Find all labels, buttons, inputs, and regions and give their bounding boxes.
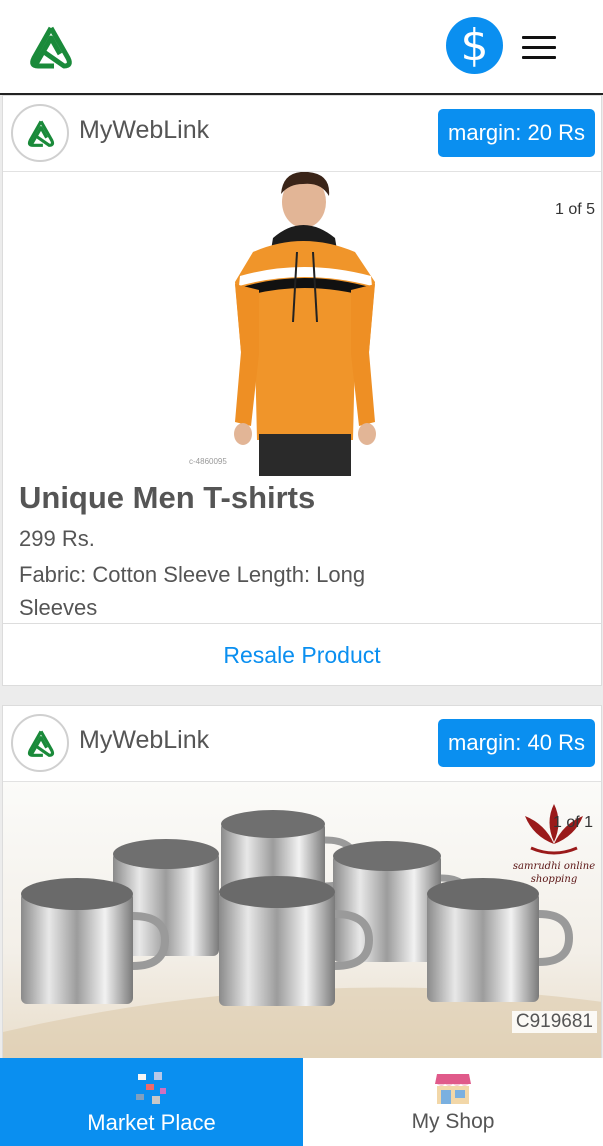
nav-label: Market Place (87, 1110, 216, 1135)
top-app-bar: $ (0, 0, 603, 95)
seller-avatar[interactable] (11, 104, 69, 162)
card-header: MyWebLink margin: 20 Rs (3, 96, 601, 172)
seller-avatar[interactable] (11, 714, 69, 772)
margin-badge: margin: 20 Rs (438, 109, 595, 157)
triangle-knot-logo (27, 120, 55, 147)
dollar-icon: $ (460, 20, 489, 71)
nav-market-place[interactable]: Market Place (0, 1058, 303, 1146)
product-price: 299 Rs. (19, 526, 95, 551)
triangle-knot-logo[interactable] (24, 24, 78, 72)
svg-text:c-4860095: c-4860095 (189, 457, 227, 466)
product-code: C919681 (511, 1011, 597, 1033)
product-card: MyWebLink margin: 40 Rs samrudhi online … (2, 705, 602, 1058)
seller-name[interactable]: MyWebLink (79, 726, 209, 755)
watermark-text: samrudhi online shopping (512, 861, 596, 885)
hamburger-menu-icon[interactable] (522, 36, 556, 60)
tshirt-model-image: c-4860095 (189, 172, 376, 476)
product-title[interactable]: Unique Men T-shirts (19, 480, 315, 516)
resale-product-button[interactable]: Resale Product (3, 623, 601, 686)
product-image-tshirt[interactable]: c-4860095 (3, 172, 601, 476)
product-description: Fabric: Cotton Sleeve Length: Long Sleev… (19, 562, 366, 620)
image-page-counter: 1 of 5 (554, 201, 595, 218)
card-header: MyWebLink margin: 40 Rs (3, 706, 601, 782)
storefront-icon (435, 1074, 471, 1104)
image-page-counter: 1 of 1 (552, 814, 593, 831)
currency-button[interactable]: $ (446, 17, 503, 74)
product-card: MyWebLink margin: 20 Rs c-4860095 1 of 5… (2, 95, 602, 686)
product-feed[interactable]: MyWebLink margin: 20 Rs c-4860095 1 of 5… (0, 95, 603, 1058)
nav-my-shop[interactable]: My Shop (303, 1058, 603, 1146)
margin-badge: margin: 40 Rs (438, 719, 595, 767)
bottom-navigation: Market Place My Shop (0, 1058, 603, 1146)
market-place-icon (135, 1072, 166, 1104)
triangle-knot-logo (27, 730, 55, 757)
seller-name[interactable]: MyWebLink (79, 116, 209, 145)
nav-label: My Shop (411, 1110, 495, 1133)
